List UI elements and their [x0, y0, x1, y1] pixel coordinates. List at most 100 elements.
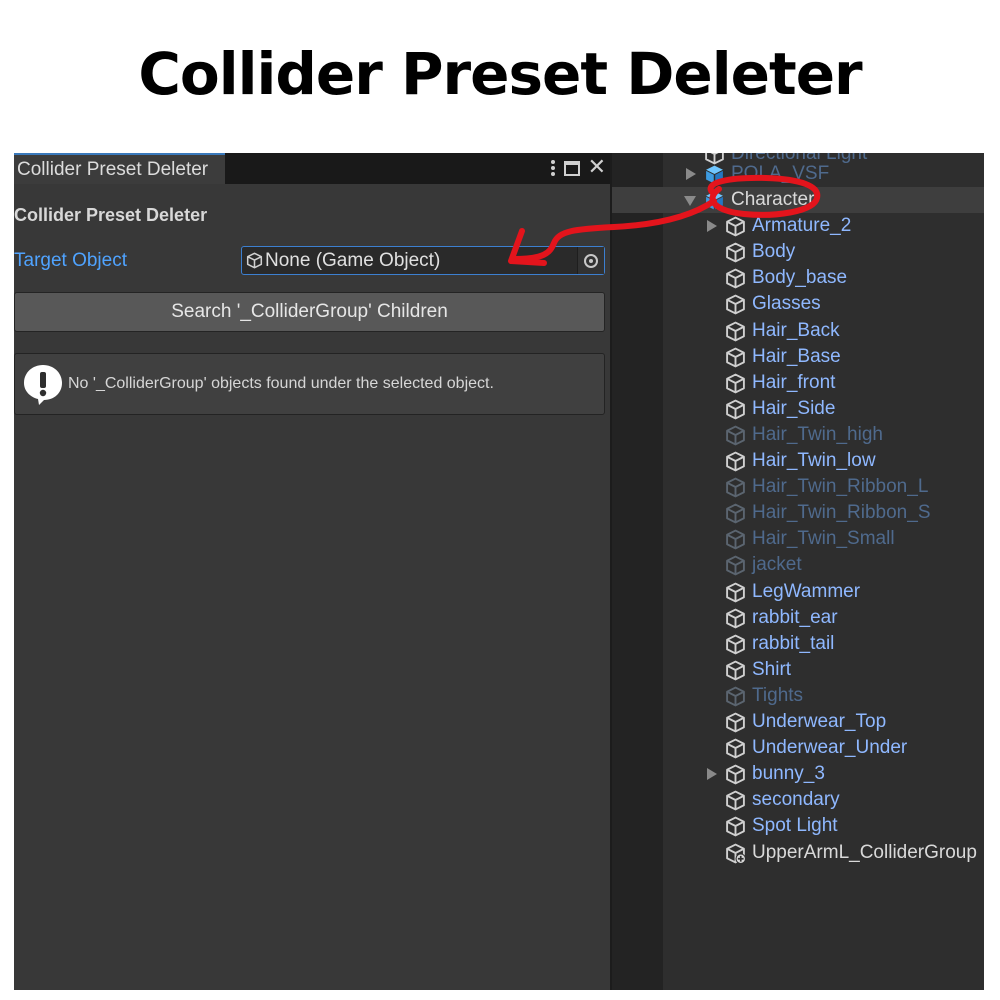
hierarchy-item-label: POLA_VSF [731, 162, 830, 184]
hierarchy-item-icon [725, 216, 746, 242]
game-object-icon [726, 634, 745, 655]
hierarchy-item[interactable]: Tights [612, 683, 984, 709]
hierarchy-item-icon [725, 608, 746, 634]
game-object-icon [726, 556, 745, 576]
hierarchy-item-label: Hair_Twin_Small [752, 528, 895, 550]
hierarchy-item-icon [725, 660, 746, 686]
search-collidergroup-button[interactable]: Search '_ColliderGroup' Children [14, 292, 605, 332]
hierarchy-item[interactable]: POLA_VSF [612, 161, 984, 187]
hierarchy-item-icon [725, 582, 746, 608]
hierarchy-item[interactable]: UpperArmL_ColliderGroup [612, 840, 984, 866]
expand-right-arrow-icon[interactable] [707, 220, 717, 233]
hierarchy-item[interactable]: Hair_Base [612, 344, 984, 370]
hierarchy-item[interactable]: Spot Light [612, 813, 984, 839]
hierarchy-item[interactable]: rabbit_tail [612, 631, 984, 657]
game-object-icon [726, 660, 745, 681]
hierarchy-item[interactable]: Body_base [612, 265, 984, 291]
hierarchy-item[interactable]: Hair_front [612, 370, 984, 396]
hierarchy-item[interactable]: Glasses [612, 291, 984, 317]
hierarchy-item-icon [725, 425, 746, 451]
window-controls: ✕ [550, 156, 606, 180]
hierarchy-item[interactable]: Body [612, 239, 984, 265]
hierarchy-item[interactable]: Hair_Side [612, 396, 984, 422]
hierarchy-item-icon [725, 738, 746, 764]
game-object-icon [726, 399, 745, 420]
hierarchy-item-icon [725, 268, 746, 294]
game-object-icon [726, 242, 745, 263]
hierarchy-item[interactable]: bunny_3 [612, 761, 984, 787]
object-picker-button[interactable] [577, 247, 604, 274]
hierarchy-item-icon [725, 321, 746, 347]
hierarchy-item-label: LegWammer [752, 580, 861, 602]
hierarchy-item-icon [725, 294, 746, 320]
hierarchy-item-icon [725, 373, 746, 399]
hierarchy-item-label: Spot Light [752, 815, 838, 837]
prefab-cube-icon [706, 191, 723, 210]
game-object-icon [726, 608, 745, 628]
hierarchy-item-label: Hair_Twin_high [752, 423, 883, 445]
target-object-value: None (Game Object) [265, 250, 441, 271]
hierarchy-item[interactable]: rabbit_ear [612, 605, 984, 631]
hierarchy-item[interactable]: Shirt [612, 657, 984, 683]
target-object-field[interactable]: None (Game Object) [241, 246, 605, 275]
hierarchy-item[interactable]: Hair_Twin_low [612, 448, 984, 474]
hierarchy-item[interactable]: Character [612, 187, 984, 213]
expand-right-arrow-icon[interactable] [707, 768, 717, 781]
close-icon[interactable]: ✕ [588, 157, 606, 179]
hierarchy-item[interactable]: secondary [612, 787, 984, 813]
hierarchy-panel: Directional Light POLA_VSF Character Armatu… [612, 153, 984, 990]
hierarchy-item-label: secondary [752, 789, 840, 811]
hierarchy-item-label: Body [752, 241, 796, 263]
hierarchy-item[interactable]: Hair_Twin_Ribbon_S [612, 500, 984, 526]
game-object-icon [726, 582, 745, 602]
hierarchy-item[interactable]: LegWammer [612, 579, 984, 605]
hierarchy-item-icon [725, 529, 746, 555]
hierarchy-item[interactable]: Hair_Twin_Small [612, 526, 984, 552]
more-options-icon[interactable] [550, 158, 556, 178]
hierarchy-item-icon [725, 764, 746, 790]
window-tab-bar: Collider Preset Deleter ✕ [14, 153, 612, 184]
hierarchy-item-icon [725, 451, 746, 477]
hierarchy-item-label: Hair_Twin_Ribbon_L [752, 476, 929, 498]
window-heading: Collider Preset Deleter [14, 205, 208, 225]
hierarchy-item-label: jacket [752, 554, 802, 576]
hierarchy-item-icon [725, 503, 746, 529]
game-object-icon [726, 451, 745, 472]
hierarchy-item-icon [725, 790, 746, 816]
game-object-icon [726, 712, 745, 733]
hierarchy-item-icon [725, 555, 746, 581]
game-object-icon [726, 268, 745, 289]
game-object-icon [726, 477, 745, 498]
hierarchy-item[interactable]: Armature_2 [612, 213, 984, 239]
object-picker-icon [584, 253, 598, 268]
expand-right-arrow-icon[interactable] [686, 167, 696, 180]
hierarchy-item-icon [704, 190, 725, 216]
headline: Collider Preset Deleter [138, 40, 862, 108]
hierarchy-item-label: rabbit_ear [752, 606, 838, 628]
hierarchy-item-label: UpperArmL_ColliderGroup [752, 841, 977, 863]
hierarchy-item-label: Body_base [752, 267, 848, 289]
hierarchy-item[interactable]: jacket [612, 552, 984, 578]
info-icon [24, 365, 62, 405]
hierarchy-item[interactable]: Hair_Twin_Ribbon_L [612, 474, 984, 500]
hierarchy-item-label: Hair_Back [752, 319, 840, 341]
hierarchy-item-icon [725, 686, 746, 712]
maximize-icon[interactable] [563, 160, 580, 176]
game-object-icon [726, 503, 745, 524]
hierarchy-item-icon [725, 712, 746, 738]
hierarchy-item-label: Shirt [752, 658, 792, 680]
hierarchy-item-label: Underwear_Under [752, 737, 908, 759]
help-box: No '_ColliderGroup' objects found under … [14, 353, 605, 415]
hierarchy-item-label: bunny_3 [752, 763, 825, 785]
hierarchy-item[interactable]: Hair_Twin_high [612, 422, 984, 448]
hierarchy-item[interactable]: Hair_Back [612, 318, 984, 344]
hierarchy-item[interactable]: Underwear_Top [612, 709, 984, 735]
expand-down-arrow-icon[interactable] [684, 196, 696, 206]
window-tab[interactable]: Collider Preset Deleter [14, 153, 225, 184]
game-object-icon [726, 738, 745, 759]
game-object-icon [726, 790, 745, 811]
hierarchy-item-icon [704, 164, 725, 190]
hierarchy-item-icon [725, 347, 746, 373]
hierarchy-item[interactable]: Underwear_Under [612, 735, 984, 761]
game-object-icon [726, 529, 745, 550]
